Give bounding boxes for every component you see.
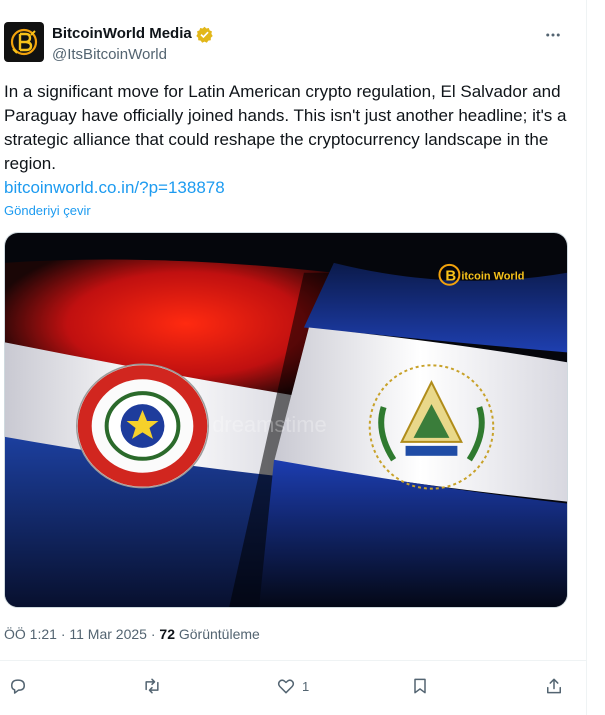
post-text: In a significant move for Latin American… xyxy=(4,82,567,173)
reply-icon xyxy=(11,679,25,694)
verified-badge-icon[interactable] xyxy=(196,26,213,43)
post-date[interactable]: 11 Mar 2025 xyxy=(69,626,147,642)
author-name-row[interactable]: BitcoinWorld Media xyxy=(52,24,213,44)
views-count: 72 xyxy=(159,626,175,642)
stock-watermark: dreamstime xyxy=(212,412,326,437)
watermark-logo-text: itcoin World xyxy=(461,271,524,283)
action-bar: 1 xyxy=(0,672,586,700)
post-media-image[interactable]: B itcoin World dreamstime xyxy=(4,232,568,608)
author-names: BitcoinWorld Media @ItsBitcoinWorld xyxy=(52,22,213,65)
share-icon xyxy=(547,678,561,694)
meta-separator: · xyxy=(150,626,156,642)
views-label: Görüntüleme xyxy=(178,626,260,642)
more-options-button[interactable] xyxy=(542,24,564,46)
like-icon xyxy=(277,679,295,694)
post-link[interactable]: bitcoinworld.co.in/?p=138878 xyxy=(4,176,579,200)
author-handle[interactable]: @ItsBitcoinWorld xyxy=(52,45,213,65)
like-count: 1 xyxy=(302,678,310,694)
author-display-name[interactable]: BitcoinWorld Media xyxy=(52,24,192,44)
paraguay-seal xyxy=(75,363,210,489)
repost-button[interactable] xyxy=(142,672,162,700)
post-header: BitcoinWorld Media @ItsBitcoinWorld xyxy=(4,22,576,66)
post-time[interactable]: ÖÖ 1:21 xyxy=(4,626,57,642)
bookmark-icon xyxy=(414,678,426,694)
svg-text:B: B xyxy=(445,268,456,285)
translate-post-link[interactable]: Gönderiyi çevir xyxy=(4,203,91,218)
flags-image: B itcoin World dreamstime xyxy=(5,233,567,607)
more-horizontal-icon xyxy=(546,33,560,37)
bookmark-button[interactable] xyxy=(410,672,430,700)
meta-separator: · xyxy=(60,626,66,642)
repost-icon xyxy=(145,678,159,694)
post-meta: ÖÖ 1:21 · 11 Mar 2025 · 72 Görüntüleme xyxy=(4,626,260,642)
divider xyxy=(0,660,586,661)
avatar[interactable] xyxy=(4,22,44,62)
share-button[interactable] xyxy=(544,672,564,700)
like-button[interactable]: 1 xyxy=(276,672,309,700)
reply-button[interactable] xyxy=(8,672,28,700)
post-card[interactable]: BitcoinWorld Media @ItsBitcoinWorld In a… xyxy=(0,0,587,715)
bitcoinworld-logo-icon xyxy=(10,28,38,56)
post-body: In a significant move for Latin American… xyxy=(4,80,579,200)
